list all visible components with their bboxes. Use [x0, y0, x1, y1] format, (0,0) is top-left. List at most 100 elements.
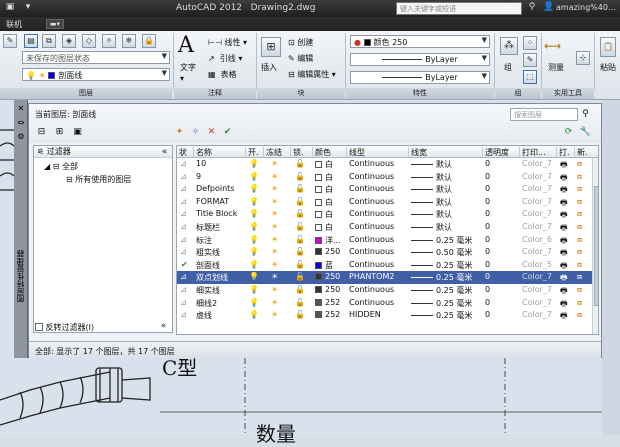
table-button[interactable]: ▦ 表格 — [208, 69, 237, 80]
layer-name[interactable]: 剖面线 — [196, 260, 246, 271]
create-block-button[interactable]: ⊡ 创建 — [288, 37, 313, 48]
invert-filter-checkbox[interactable]: 反转过滤器(I) — [35, 322, 94, 333]
table-row[interactable]: ✔ 剖面线 💡 ☀ 🔓 蓝 Continuous 0.25 毫米 0 Color_5 🖶 ⧈ — [177, 259, 592, 272]
sun-thaw-icon[interactable]: ☀ — [271, 197, 278, 206]
utilities-panel-footer[interactable]: 实用工具 — [542, 88, 594, 99]
lightbulb-on-icon[interactable]: 💡 — [249, 260, 259, 269]
edit-attribute-button[interactable]: ⊟ 编辑属性 ▾ — [288, 69, 336, 80]
col-plot[interactable]: 打. — [556, 147, 574, 157]
color-cell[interactable]: 白 — [315, 197, 347, 208]
layer-name[interactable]: Title Block — [196, 209, 246, 218]
transparency-cell[interactable]: 0 — [485, 260, 490, 269]
new-vp-freeze-icon[interactable]: ⧈ — [577, 172, 582, 182]
color-cell[interactable]: 洋... — [315, 235, 347, 246]
lineweight-cell[interactable]: 默认 — [411, 222, 481, 233]
linetype-cell[interactable]: Continuous — [349, 184, 407, 193]
layer-lock-icon[interactable]: 🔒 — [142, 34, 156, 48]
tab-online[interactable]: 联机 — [6, 19, 22, 30]
annotation-panel-footer[interactable]: 注释 — [174, 88, 256, 99]
table-row[interactable]: ⊿ 标注 💡 ☀ 🔓 洋... Continuous 0.25 毫米 0 Color_6 🖶 ⧈ — [177, 234, 592, 247]
col-lock[interactable]: 锁. — [290, 147, 312, 157]
transparency-cell[interactable]: 0 — [485, 159, 490, 168]
group-icon[interactable]: ⁂ — [500, 37, 518, 55]
linetype-cell[interactable]: Continuous — [349, 298, 407, 307]
text-dropdown-icon[interactable]: ▾ — [180, 74, 184, 83]
linetype-cell[interactable]: HIDDEN — [349, 310, 407, 319]
linetype-cell[interactable]: Continuous — [349, 235, 407, 244]
table-row[interactable]: ⊿ 双点划线 💡 ☀ 🔓 250 PHANTOM2 0.25 毫米 0 Color_7 🖶 ⧈ — [177, 271, 592, 284]
sun-thaw-icon[interactable]: ☀ — [271, 285, 278, 294]
new-layer-vp-frozen-icon[interactable]: ✧ — [189, 126, 202, 139]
linetype-cell[interactable]: Continuous — [349, 285, 407, 294]
insert-label[interactable]: 插入 — [261, 62, 277, 73]
layer-name[interactable]: 细实线 — [196, 285, 246, 296]
color-cell[interactable]: 白 — [315, 184, 347, 195]
linetype-cell[interactable]: PHANTOM2 — [349, 272, 407, 281]
color-combo[interactable]: ● 颜色 250 ▼ — [350, 35, 490, 48]
linetype-cell[interactable]: Continuous — [349, 209, 407, 218]
table-row[interactable]: ⊿ 9 💡 ☀ 🔓 白 Continuous 默认 0 Color_7 🖶 ⧈ — [177, 171, 592, 184]
groups-panel-footer[interactable]: 组 — [495, 88, 541, 99]
color-cell[interactable]: 白 — [315, 222, 347, 233]
table-row[interactable]: ⊿ 细实线 💡 ☀ 🔓 250 Continuous 0.25 毫米 0 Color_7 🖶 ⧈ — [177, 284, 592, 297]
sun-thaw-icon[interactable]: ☀ — [271, 247, 278, 256]
sun-thaw-icon[interactable]: ☀ — [271, 222, 278, 231]
layer-properties-icon[interactable]: ✎ — [3, 34, 17, 48]
unlock-icon[interactable]: 🔓 — [295, 209, 305, 218]
color-cell[interactable]: 250 — [315, 247, 347, 256]
transparency-cell[interactable]: 0 — [485, 285, 490, 294]
unlock-icon[interactable]: 🔓 — [295, 222, 305, 231]
table-row[interactable]: ⊿ 粗实线 💡 ☀ 🔓 250 Continuous 0.50 毫米 0 Color_7 🖶 ⧈ — [177, 246, 592, 259]
col-color[interactable]: 颜色 — [312, 147, 346, 157]
block-panel-footer[interactable]: 块 — [257, 88, 345, 99]
sun-thaw-icon[interactable]: ☀ — [271, 159, 278, 168]
new-vp-freeze-icon[interactable]: ⧈ — [577, 197, 582, 207]
unlock-icon[interactable]: 🔓 — [295, 172, 305, 181]
lightbulb-on-icon[interactable]: 💡 — [249, 235, 259, 244]
layer-off-icon[interactable]: ✧ — [102, 34, 116, 48]
delete-layer-icon[interactable]: ✕ — [205, 126, 218, 139]
lightbulb-on-icon[interactable]: 💡 — [249, 298, 259, 307]
layer-name[interactable]: 标注 — [196, 235, 246, 246]
table-row[interactable]: ⊿ Title Block 💡 ☀ 🔓 白 Continuous 默认 0 Color_7 🖶 ⧈ — [177, 208, 592, 221]
scrollbar-thumb[interactable] — [594, 186, 598, 306]
new-vp-freeze-icon[interactable]: ⧈ — [577, 298, 582, 308]
new-vp-freeze-icon[interactable]: ⧈ — [577, 272, 582, 282]
unlock-icon[interactable]: 🔓 — [295, 260, 305, 269]
linetype-cell[interactable]: Continuous — [349, 247, 407, 256]
insert-block-icon[interactable]: ⊞ — [261, 37, 281, 57]
lineweight-cell[interactable]: 默认 — [411, 184, 481, 195]
layer-name[interactable]: 标题栏 — [196, 222, 246, 233]
transparency-cell[interactable]: 0 — [485, 235, 490, 244]
text-button-label[interactable]: 文字 — [180, 62, 196, 73]
transparency-cell[interactable]: 0 — [485, 272, 490, 281]
linetype-combo[interactable]: ByLayer ▼ — [350, 53, 490, 66]
lightbulb-on-icon[interactable]: 💡 — [249, 247, 259, 256]
lightbulb-on-icon[interactable]: 💡 — [249, 197, 259, 206]
sun-thaw-icon[interactable]: ☀ — [271, 260, 278, 269]
sun-thaw-icon[interactable]: ☀ — [271, 310, 278, 319]
quick-select-icon[interactable]: ⊹ — [576, 51, 590, 65]
lightbulb-on-icon[interactable]: 💡 — [249, 285, 259, 294]
new-vp-freeze-icon[interactable]: ⧈ — [577, 260, 582, 270]
lineweight-cell[interactable]: 默认 — [411, 159, 481, 170]
new-vp-freeze-icon[interactable]: ⧈ — [577, 184, 582, 194]
new-property-filter-icon[interactable]: ⊟ — [35, 126, 48, 139]
new-group-filter-icon[interactable]: ⊞ — [53, 126, 66, 139]
transparency-cell[interactable]: 0 — [485, 310, 490, 319]
filter-used-layers[interactable]: ⊟ 所有使用的图层 — [66, 174, 131, 185]
color-cell[interactable]: 白 — [315, 159, 347, 170]
table-row[interactable]: ⊿ 10 💡 ☀ 🔓 白 Continuous 默认 0 Color_7 🖶 ⧈ — [177, 158, 592, 171]
lightbulb-on-icon[interactable]: 💡 — [249, 159, 259, 168]
table-scrollbar[interactable] — [592, 158, 598, 334]
help-search-input[interactable]: 键入关键字或短语 — [396, 2, 522, 15]
lightbulb-on-icon[interactable]: 💡 — [249, 209, 259, 218]
filter-all[interactable]: ◢ ⊟ 全部 — [44, 161, 78, 172]
refresh-icon[interactable]: ⟳ — [562, 126, 575, 139]
palette-title-strip[interactable]: ✕ ⇔ ⚙ 图层特性管理器 — [14, 100, 28, 358]
col-linetype[interactable]: 线型 — [346, 147, 408, 157]
unlock-icon[interactable]: 🔓 — [295, 310, 305, 319]
sun-thaw-icon[interactable]: ☀ — [271, 272, 278, 281]
table-row[interactable]: ⊿ Defpoints 💡 ☀ 🔓 白 Continuous 默认 0 Color_7 🖶 ⧈ — [177, 183, 592, 196]
set-current-icon[interactable]: ✔ — [221, 126, 234, 139]
